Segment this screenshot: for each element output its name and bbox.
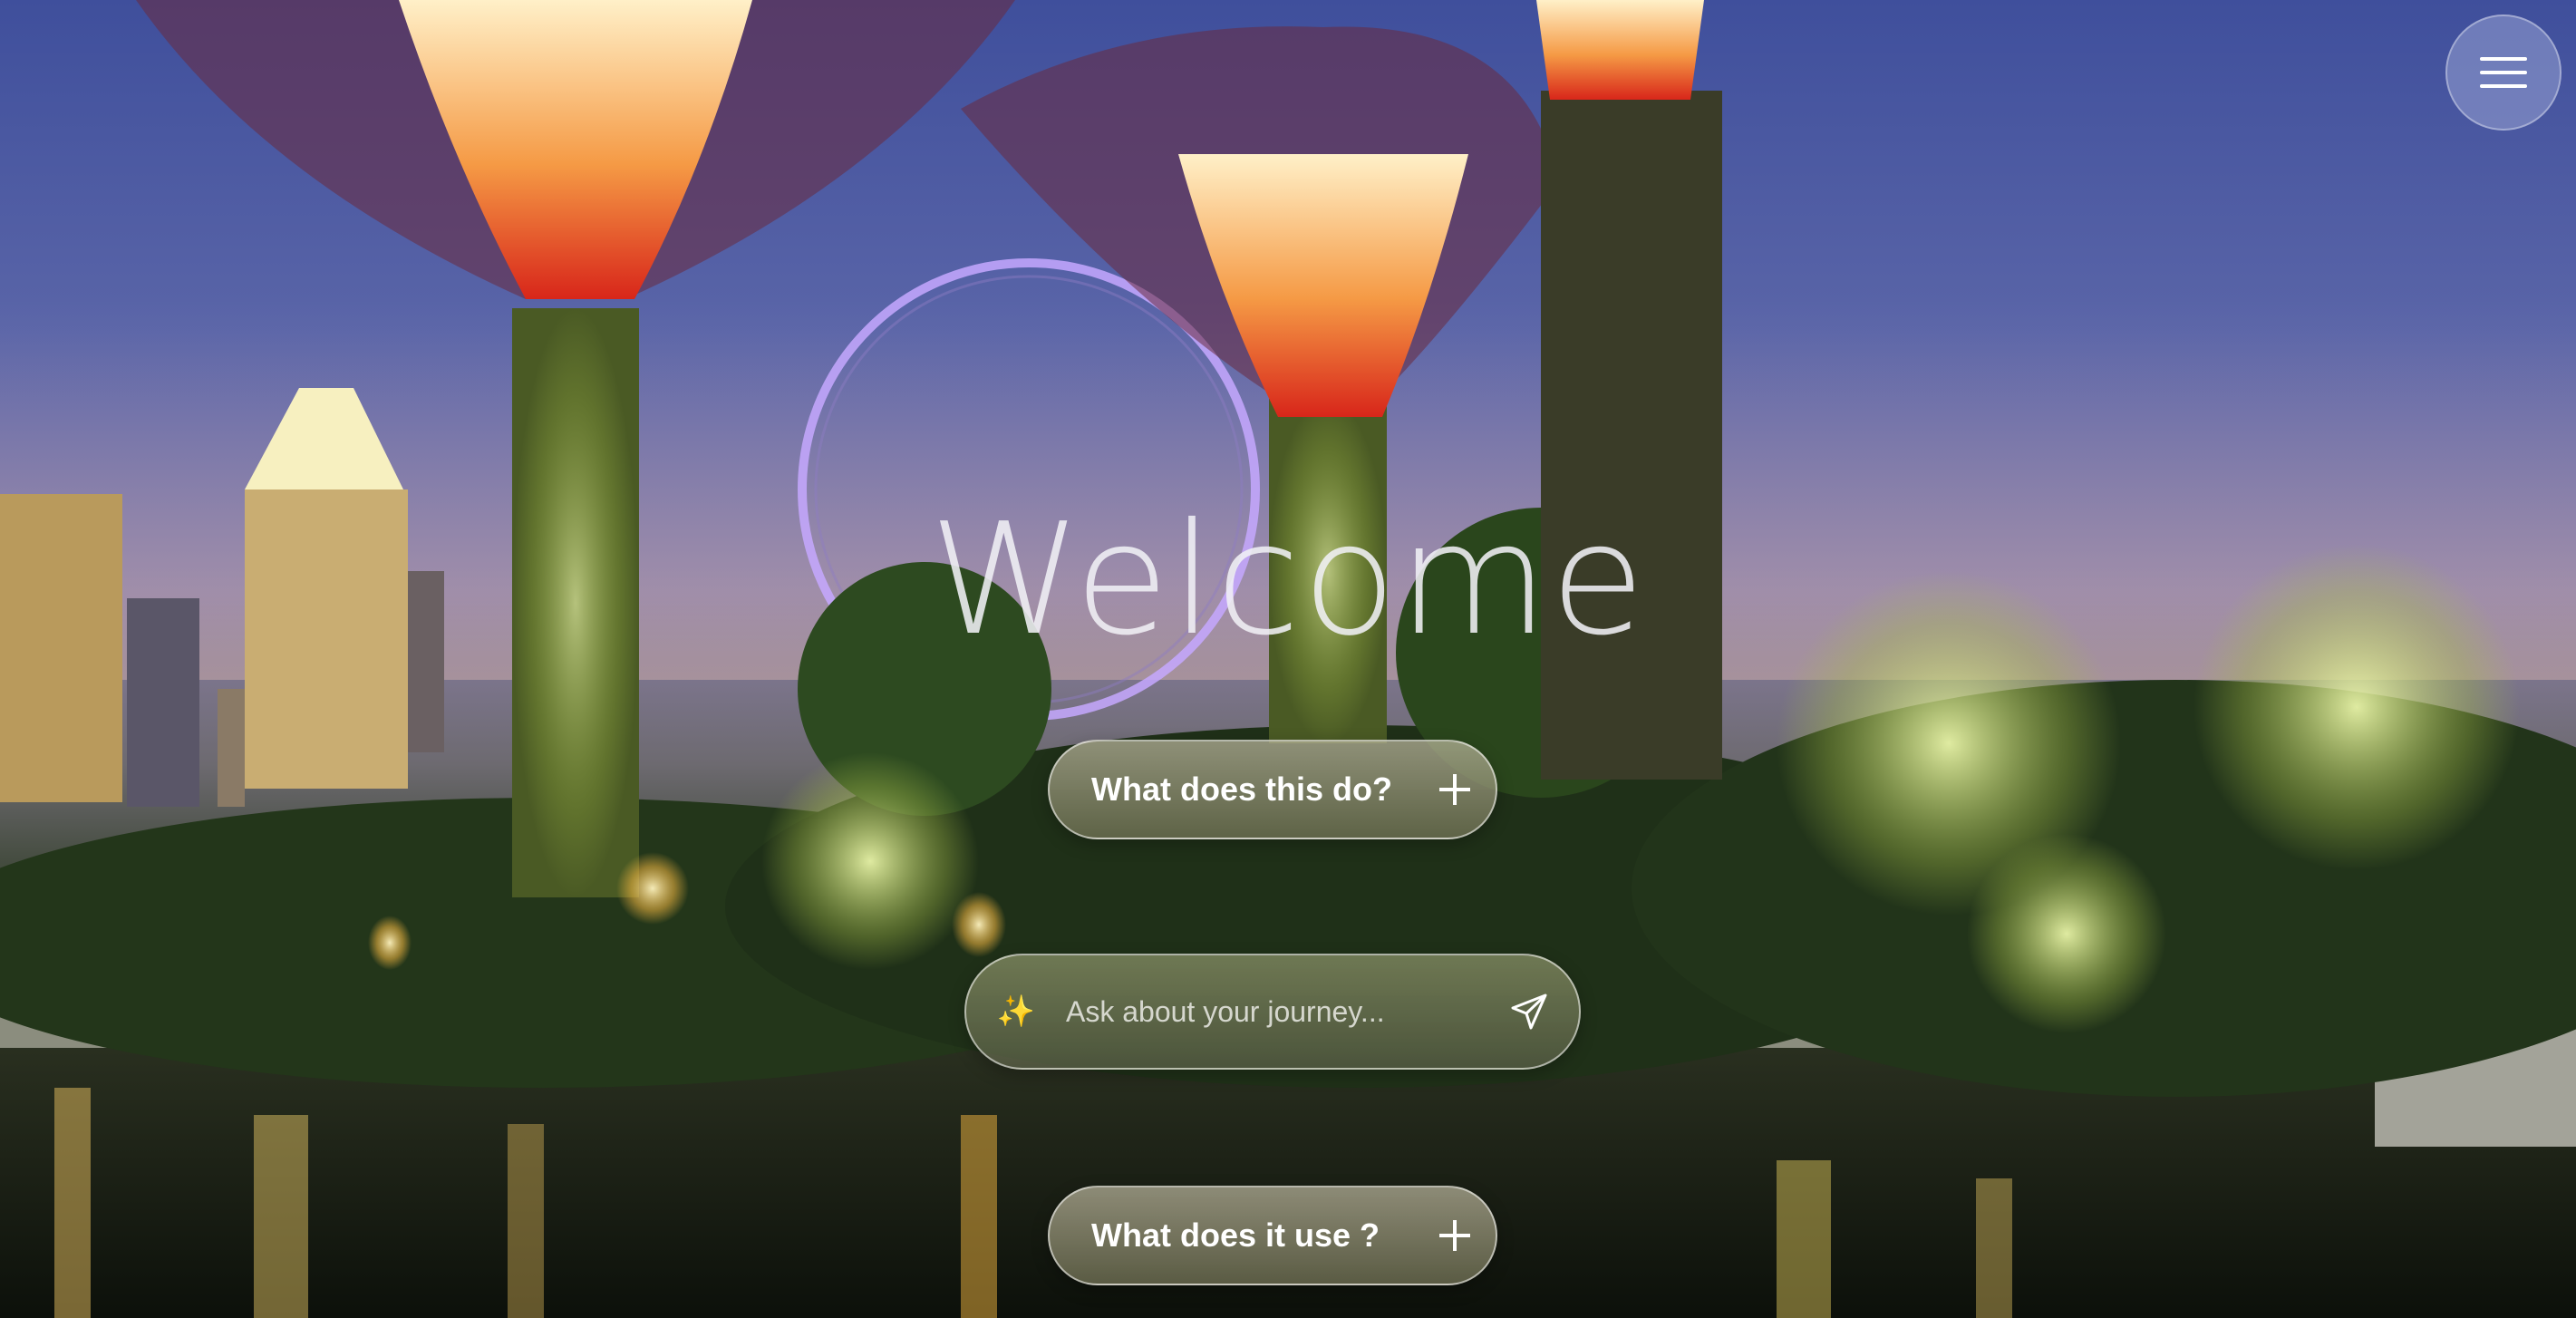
ask-journey-input[interactable]	[1066, 994, 1479, 1029]
hamburger-menu-icon	[2480, 57, 2527, 88]
ask-input-bar: ✨	[964, 954, 1581, 1070]
faq-label: What does it use ?	[1091, 1216, 1380, 1254]
plus-icon	[1414, 766, 1496, 813]
welcome-title: Welcome	[929, 490, 1647, 670]
sparkles-icon: ✨	[996, 994, 1036, 1029]
send-paper-plane-icon	[1511, 993, 1547, 1030]
faq-what-does-this-do-button[interactable]: What does this do?	[1048, 740, 1497, 839]
send-button[interactable]	[1479, 992, 1579, 1032]
page: Welcome What does this do? ✨ What does i…	[0, 0, 2576, 1318]
plus-icon	[1414, 1212, 1496, 1259]
menu-button[interactable]	[2445, 15, 2561, 131]
faq-what-does-it-use-button[interactable]: What does it use ?	[1048, 1186, 1497, 1285]
faq-label: What does this do?	[1091, 770, 1392, 808]
